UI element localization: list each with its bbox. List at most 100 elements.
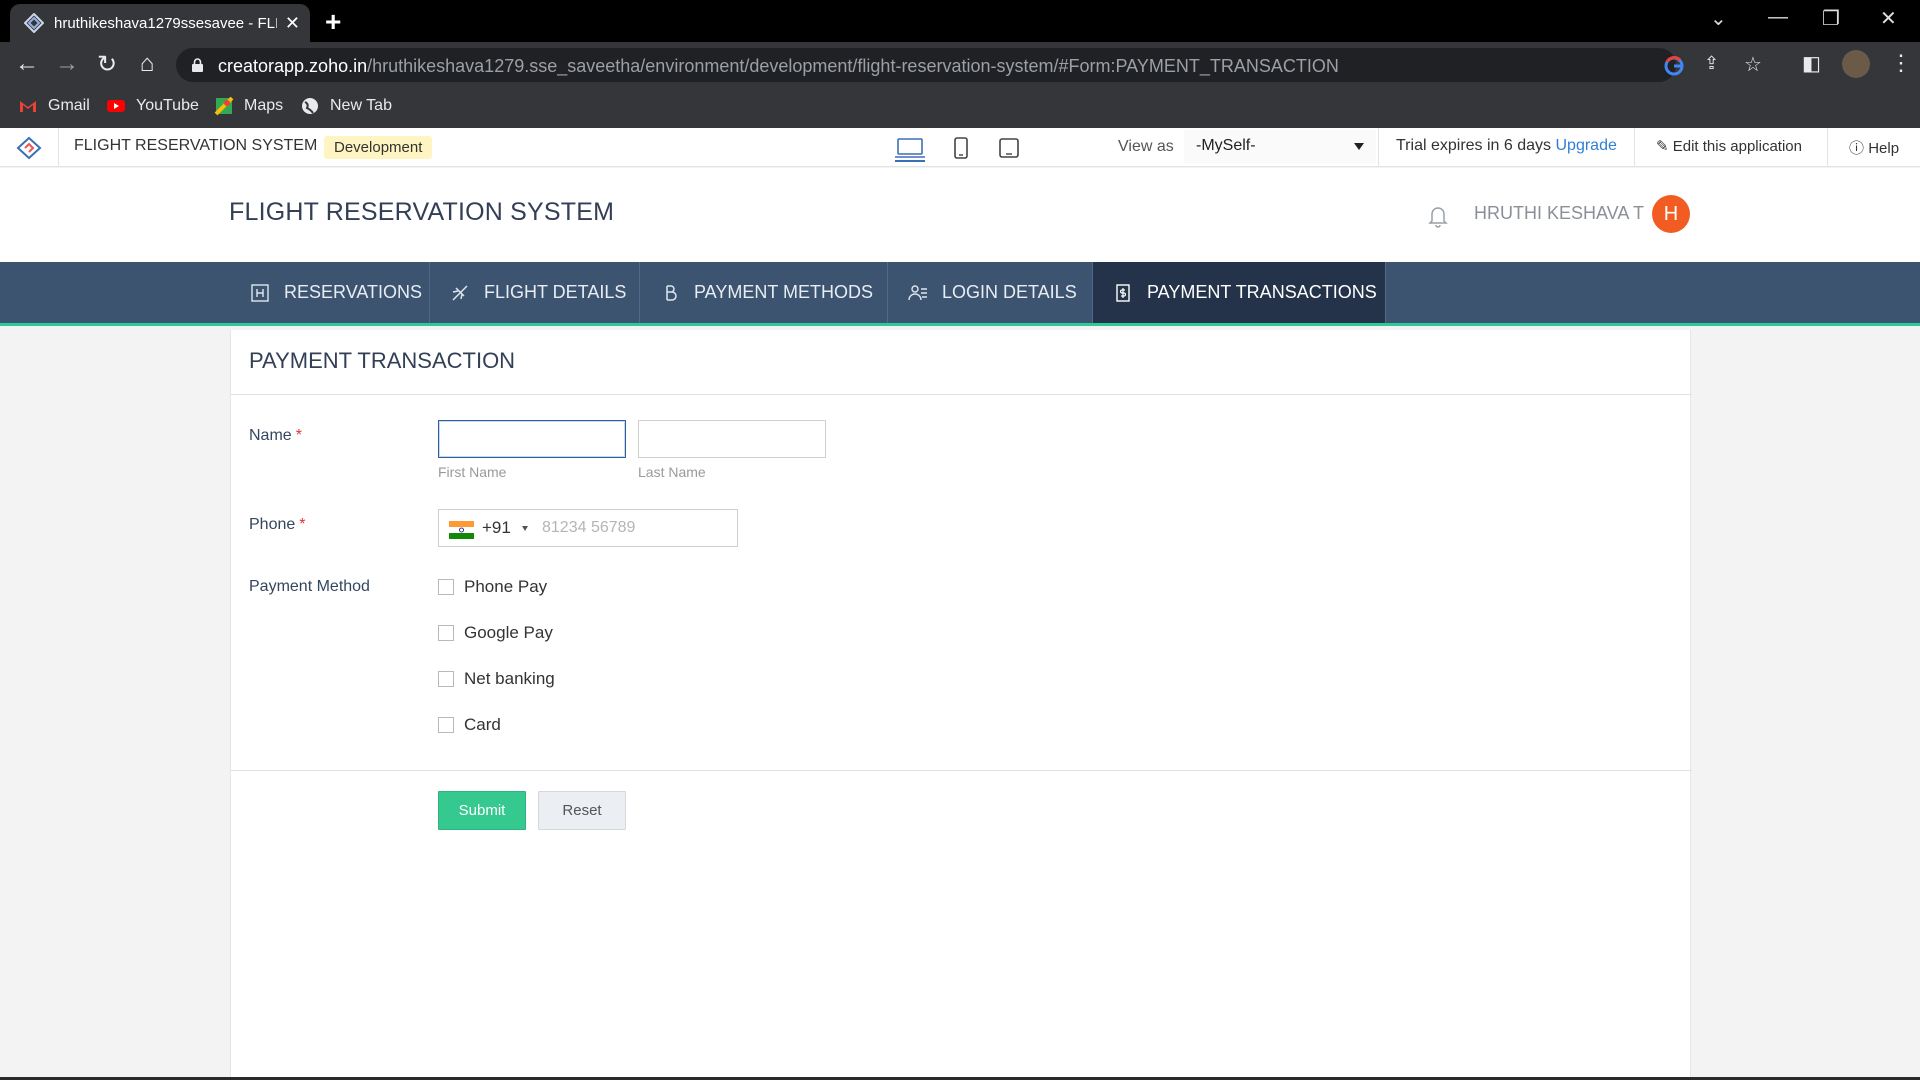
required-marker: * <box>299 516 306 533</box>
first-name-field[interactable] <box>438 420 626 458</box>
tab-flight-details[interactable]: FLIGHT DETAILS <box>430 262 640 323</box>
developer-toolbar: FLIGHT RESERVATION SYSTEM Development Vi… <box>0 128 1920 167</box>
tab-title: hruthikeshava1279ssesavee - FLIGHT RESER… <box>54 14 277 32</box>
tab-payment-methods[interactable]: PAYMENT METHODS <box>640 262 888 323</box>
main-nav: RESERVATIONS FLIGHT DETAILS PAYMENT METH… <box>0 262 1920 326</box>
forward-icon[interactable]: → <box>52 50 82 78</box>
bell-icon[interactable] <box>1428 204 1448 228</box>
reset-button[interactable]: Reset <box>538 791 626 830</box>
tab-reservations[interactable]: RESERVATIONS <box>230 262 430 323</box>
help-icon: ⓘ <box>1849 140 1865 157</box>
caret-down-icon <box>1354 143 1364 150</box>
avatar[interactable]: H <box>1652 195 1690 233</box>
reload-icon[interactable]: ↻ <box>92 50 122 79</box>
menu-dots-icon[interactable]: ⋮ <box>1890 50 1912 76</box>
bookmark-gmail[interactable]: Gmail <box>18 96 90 116</box>
tab-payment-transactions[interactable]: PAYMENT TRANSACTIONS <box>1093 262 1386 323</box>
app-title: FLIGHT RESERVATION SYSTEM <box>229 198 615 226</box>
required-marker: * <box>295 427 302 444</box>
bookmark-maps[interactable]: Maps <box>214 96 283 116</box>
payment-option-google-pay[interactable]: Google Pay <box>438 623 553 643</box>
gmail-icon <box>20 101 36 112</box>
minimize-icon[interactable]: — <box>1768 6 1788 29</box>
side-panel-icon[interactable]: ◧ <box>1802 51 1821 76</box>
share-icon[interactable]: ⇪ <box>1704 53 1719 74</box>
form-card: PAYMENT TRANSACTION Name * First Name Las… <box>230 330 1692 1080</box>
divider <box>1378 128 1379 167</box>
new-tab-button[interactable]: + <box>325 6 341 38</box>
bookmark-star-icon[interactable]: ☆ <box>1744 52 1762 77</box>
bitcoin-icon <box>666 284 677 301</box>
checkbox[interactable] <box>438 671 454 687</box>
help-button[interactable]: ⓘ Help <box>1849 137 1899 158</box>
google-icon[interactable] <box>1664 56 1684 76</box>
country-code[interactable]: +91 <box>482 518 511 538</box>
bookmark-label: New Tab <box>330 97 392 114</box>
trial-notice: Trial expires in 6 days Upgrade <box>1396 137 1617 154</box>
desktop-view-icon[interactable] <box>894 136 926 162</box>
view-as-value: -MySelf- <box>1196 137 1256 154</box>
pencil-icon: ✎ <box>1656 138 1669 155</box>
environment-badge: Development <box>324 136 433 159</box>
users-icon <box>908 284 927 300</box>
divider <box>1827 128 1828 167</box>
reservations-icon <box>251 283 269 302</box>
app-header: FLIGHT RESERVATION SYSTEM HRUTHI KESHAVA… <box>0 168 1920 262</box>
dev-app-name: FLIGHT RESERVATION SYSTEM <box>74 137 318 154</box>
divider <box>231 394 1692 395</box>
browser-tab[interactable]: hruthikeshava1279ssesavee - FLIGHT RESER… <box>10 4 310 42</box>
tab-search-icon[interactable]: ⌄ <box>1710 6 1727 31</box>
bookmark-label: Maps <box>244 97 284 114</box>
checkbox[interactable] <box>438 579 454 595</box>
payment-method-label: Payment Method <box>249 578 370 595</box>
profile-avatar[interactable] <box>1842 50 1870 78</box>
maps-icon <box>214 96 234 116</box>
back-icon[interactable]: ← <box>12 50 42 78</box>
divider <box>1634 128 1635 167</box>
view-as-select[interactable]: -MySelf- <box>1184 130 1376 164</box>
globe-icon <box>302 98 318 114</box>
checkbox[interactable] <box>438 717 454 733</box>
last-name-hint: Last Name <box>638 464 706 480</box>
india-flag-icon[interactable] <box>449 521 474 539</box>
close-window-icon[interactable]: ✕ <box>1880 6 1897 31</box>
browser-tabbar: hruthikeshava1279ssesavee - FLIGHT RESER… <box>0 0 1920 42</box>
zoho-creator-logo-icon[interactable] <box>16 136 42 160</box>
bookmarks-bar: Gmail YouTube Maps New Tab <box>0 88 1920 128</box>
last-name-field[interactable] <box>638 420 826 458</box>
form-title: PAYMENT TRANSACTION <box>249 348 516 373</box>
phone-field[interactable]: +91 81234 56789 <box>438 509 738 547</box>
bookmark-label: YouTube <box>136 97 199 114</box>
payment-option-phone-pay[interactable]: Phone Pay <box>438 577 547 597</box>
tab-login-details[interactable]: LOGIN DETAILS <box>888 262 1093 323</box>
bookmark-label: Gmail <box>48 97 90 114</box>
bookmark-youtube[interactable]: YouTube <box>106 96 199 116</box>
name-label: Name * <box>249 427 302 444</box>
upgrade-link[interactable]: Upgrade <box>1555 137 1616 154</box>
restore-icon[interactable]: ❐ <box>1822 6 1840 31</box>
url-field[interactable]: creatorapp.zoho.in/hruthikeshava1279.sse… <box>176 48 1762 82</box>
payment-option-net-banking[interactable]: Net banking <box>438 669 555 689</box>
user-name[interactable]: HRUTHI KESHAVA T <box>1474 203 1644 224</box>
lock-icon <box>192 58 203 72</box>
divider <box>231 770 1692 771</box>
phone-placeholder: 81234 56789 <box>542 519 636 536</box>
zoho-creator-favicon-icon <box>24 13 44 33</box>
caret-down-icon[interactable] <box>522 526 528 531</box>
first-name-hint: First Name <box>438 464 507 480</box>
mobile-view-icon[interactable] <box>952 136 970 160</box>
tablet-view-icon[interactable] <box>998 136 1020 160</box>
dollar-doc-icon <box>1116 283 1130 302</box>
url-text: creatorapp.zoho.in/hruthikeshava1279.sse… <box>218 56 1339 76</box>
phone-label: Phone * <box>249 516 306 533</box>
flight-icon <box>452 284 468 301</box>
submit-button[interactable]: Submit <box>438 791 526 830</box>
payment-option-card[interactable]: Card <box>438 715 501 735</box>
home-icon[interactable]: ⌂ <box>132 50 162 78</box>
checkbox[interactable] <box>438 625 454 641</box>
view-as-label: View as <box>1118 138 1174 155</box>
tab-close-icon[interactable]: ✕ <box>285 13 300 34</box>
address-bar: ← → ↻ ⌂ creatorapp.zoho.in/hruthikeshava… <box>0 42 1920 88</box>
edit-application-button[interactable]: ✎ Edit this application <box>1656 137 1802 155</box>
bookmark-new-tab[interactable]: New Tab <box>300 96 392 116</box>
